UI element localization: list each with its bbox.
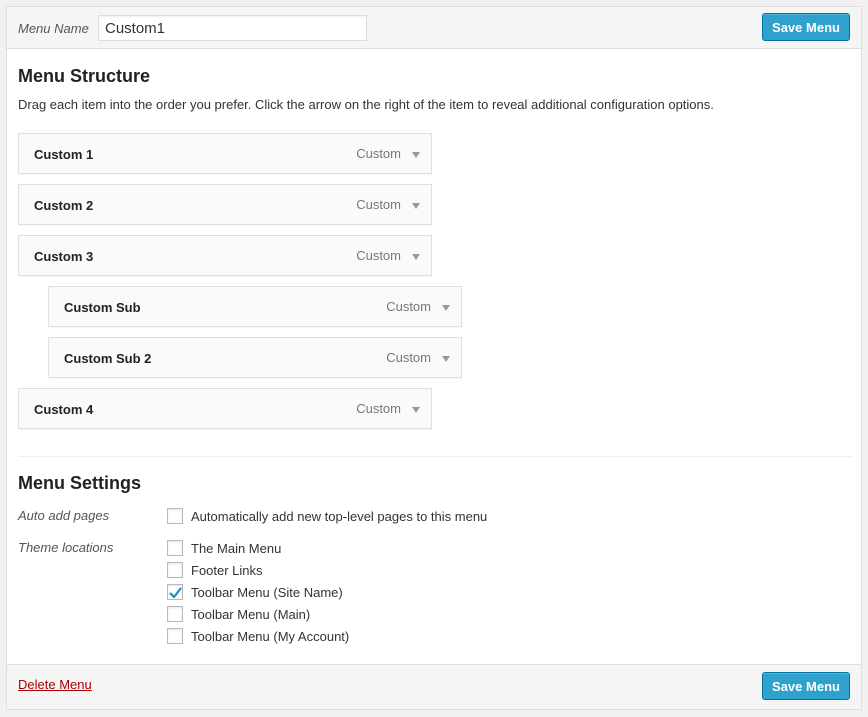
auto-add-pages-option-label: Automatically add new top-level pages to… bbox=[191, 508, 488, 524]
menu-structure-title: Menu Structure bbox=[18, 66, 151, 86]
menu-item-title: Custom Sub bbox=[64, 300, 141, 315]
theme-location-option[interactable]: Footer Links bbox=[167, 561, 263, 579]
menu-item-type: Custom bbox=[386, 299, 431, 314]
menu-footer bbox=[7, 664, 861, 709]
menu-header: Menu Name Save Menu bbox=[7, 7, 861, 49]
menu-settings-title: Menu Settings bbox=[18, 473, 142, 493]
expand-arrow-icon[interactable] bbox=[409, 149, 423, 161]
theme-locations-label: Theme locations bbox=[18, 540, 114, 555]
theme-location-label: Toolbar Menu (Main) bbox=[191, 606, 311, 622]
menu-item[interactable]: Custom 2 Custom bbox=[18, 184, 432, 225]
save-menu-button-bottom[interactable]: Save Menu bbox=[762, 672, 850, 700]
menu-item-type: Custom bbox=[356, 401, 401, 416]
theme-location-label: The Main Menu bbox=[191, 540, 282, 556]
auto-add-pages-label: Auto add pages bbox=[18, 508, 110, 523]
theme-location-checkbox[interactable] bbox=[167, 540, 183, 556]
theme-location-option[interactable]: Toolbar Menu (Site Name) bbox=[167, 583, 343, 601]
menu-item[interactable]: Custom Sub Custom bbox=[48, 286, 462, 327]
checkmark-icon bbox=[168, 586, 182, 598]
menu-item-title: Custom 2 bbox=[34, 198, 94, 213]
menu-name-label: Menu Name bbox=[18, 21, 89, 36]
menu-item[interactable]: Custom 1 Custom bbox=[18, 133, 432, 174]
menu-structure-description: Drag each item into the order you prefer… bbox=[18, 97, 714, 112]
theme-location-option[interactable]: The Main Menu bbox=[167, 539, 281, 557]
theme-location-label: Toolbar Menu (Site Name) bbox=[191, 584, 343, 600]
auto-add-pages-checkbox[interactable] bbox=[167, 508, 183, 524]
menu-item-title: Custom 4 bbox=[34, 402, 94, 417]
save-menu-button-top[interactable]: Save Menu bbox=[762, 13, 850, 41]
menu-item[interactable]: Custom 4 Custom bbox=[18, 388, 432, 429]
menu-name-input[interactable] bbox=[98, 15, 367, 41]
expand-arrow-icon[interactable] bbox=[409, 200, 423, 212]
theme-location-option[interactable]: Toolbar Menu (Main) bbox=[167, 605, 310, 623]
menu-item-title: Custom 1 bbox=[34, 147, 94, 162]
theme-location-checkbox[interactable] bbox=[167, 562, 183, 578]
menu-item-type: Custom bbox=[386, 350, 431, 365]
menu-item-type: Custom bbox=[356, 146, 401, 161]
expand-arrow-icon[interactable] bbox=[439, 302, 453, 314]
theme-location-label: Footer Links bbox=[191, 562, 263, 578]
delete-menu-link[interactable]: Delete Menu bbox=[18, 677, 92, 692]
divider bbox=[18, 456, 852, 457]
menu-item[interactable]: Custom Sub 2 Custom bbox=[48, 337, 462, 378]
expand-arrow-icon[interactable] bbox=[439, 353, 453, 365]
theme-location-checkbox[interactable] bbox=[167, 628, 183, 644]
menu-item-title: Custom Sub 2 bbox=[64, 351, 152, 366]
expand-arrow-icon[interactable] bbox=[409, 251, 423, 263]
expand-arrow-icon[interactable] bbox=[409, 404, 423, 416]
auto-add-pages-option[interactable]: Automatically add new top-level pages to… bbox=[167, 507, 487, 525]
theme-location-checkbox[interactable] bbox=[167, 584, 183, 600]
theme-location-label: Toolbar Menu (My Account) bbox=[191, 628, 350, 644]
theme-location-checkbox[interactable] bbox=[167, 606, 183, 622]
menu-item-type: Custom bbox=[356, 197, 401, 212]
menu-item-title: Custom 3 bbox=[34, 249, 94, 264]
menu-editor: Menu Name Save Menu Menu Structure Drag … bbox=[6, 6, 862, 710]
menu-item-type: Custom bbox=[356, 248, 401, 263]
menu-item[interactable]: Custom 3 Custom bbox=[18, 235, 432, 276]
theme-location-option[interactable]: Toolbar Menu (My Account) bbox=[167, 627, 349, 645]
